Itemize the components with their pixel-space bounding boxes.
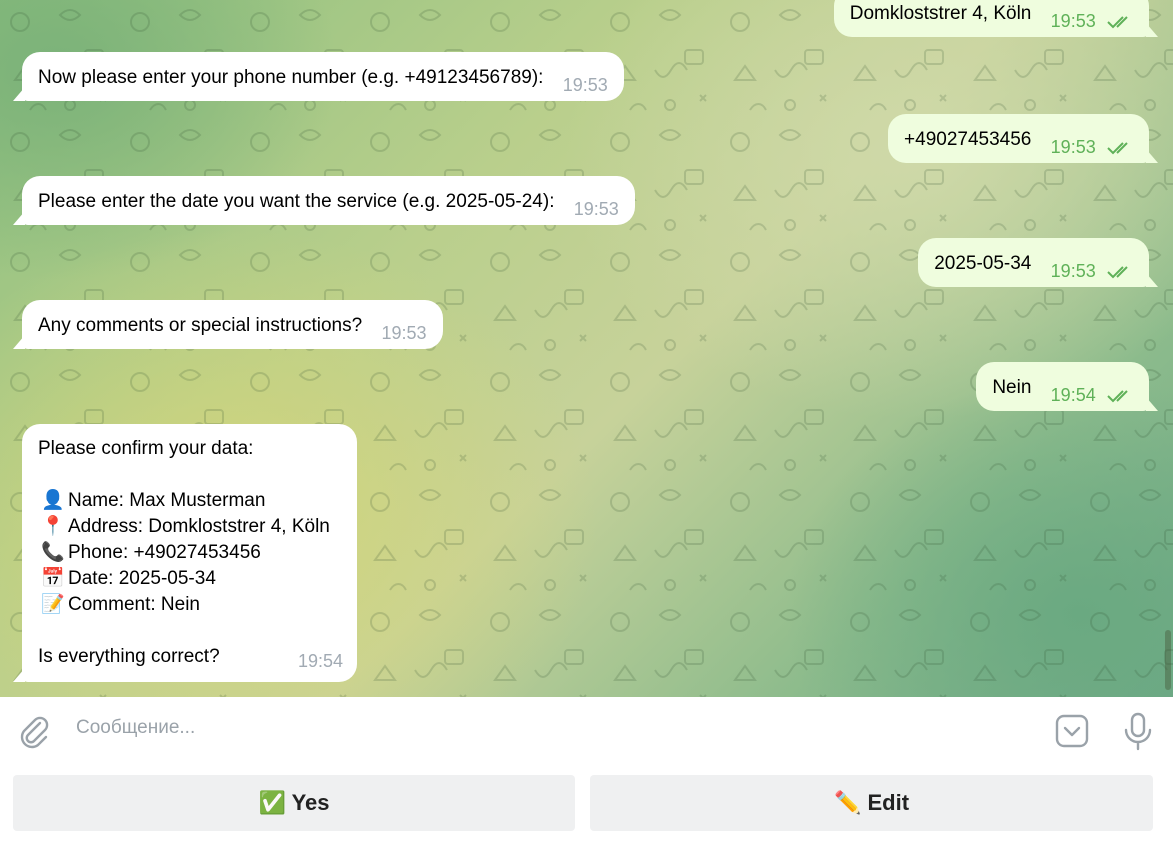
attach-icon[interactable]: [16, 713, 52, 749]
incoming-message-phone-prompt[interactable]: Now please enter your phone number (e.g.…: [13, 52, 624, 101]
message-time: 19:53: [1050, 261, 1096, 281]
message-text: 2025-05-34: [934, 253, 1032, 274]
sticker-icon[interactable]: [1054, 713, 1090, 749]
message-meta: 19:53: [381, 320, 426, 347]
confirm-phone: Phone: +49027453456: [68, 542, 261, 563]
confirm-spacer: [38, 618, 341, 644]
message-time: 19:53: [1050, 11, 1096, 31]
message-text: Now please enter your phone number (e.g.…: [38, 67, 544, 88]
message-meta: 19:54: [1051, 382, 1133, 409]
microphone-icon[interactable]: [1120, 711, 1156, 751]
message-text: Domkloststrer 4, Köln: [849, 3, 1032, 24]
message-input-bar: Сообщение...: [0, 697, 1173, 763]
yes-button[interactable]: ✅ Yes: [13, 775, 575, 831]
confirm-name-line: 👤 Name: Max Musterman: [38, 488, 341, 514]
message-meta: 19:53: [563, 72, 608, 99]
confirm-comment: Comment: Nein: [68, 594, 200, 615]
message-meta: 19:53: [1051, 8, 1133, 35]
incoming-message-confirmation[interactable]: Please confirm your data: 👤 Name: Max Mus…: [13, 424, 357, 682]
message-meta: 19:53: [574, 196, 619, 223]
message-meta: 19:53: [1051, 258, 1133, 285]
confirm-address: Address: Domkloststrer 4, Köln: [68, 516, 330, 537]
confirm-phone-line: 📞 Phone: +49027453456: [38, 540, 341, 566]
outgoing-message-comment[interactable]: Nein 19:54: [976, 362, 1158, 411]
incoming-message-comments-prompt[interactable]: Any comments or special instructions? 19…: [13, 300, 443, 349]
confirm-comment-line: 📝 Comment: Nein: [38, 592, 341, 618]
message-time: 19:53: [573, 199, 619, 219]
edit-button[interactable]: ✏️ Edit: [590, 775, 1153, 831]
message-text: +49027453456: [904, 129, 1032, 150]
confirm-spacer: [38, 462, 341, 488]
message-text: Nein: [992, 377, 1032, 398]
outgoing-message-date[interactable]: 2025-05-34 19:53: [918, 238, 1158, 287]
phone-icon: 📞: [41, 542, 65, 563]
double-check-icon: [1107, 266, 1128, 279]
message-meta: 19:53: [1051, 134, 1133, 161]
message-time: 19:53: [1050, 137, 1096, 157]
message-text: Any comments or special instructions?: [38, 315, 363, 336]
person-icon: 👤: [41, 490, 65, 511]
incoming-message-date-prompt[interactable]: Please enter the date you want the servi…: [13, 176, 635, 225]
message-text: Please enter the date you want the servi…: [38, 191, 555, 212]
memo-icon: 📝: [41, 594, 65, 615]
pin-icon: 📍: [41, 516, 65, 537]
outgoing-message-phone[interactable]: +49027453456 19:53: [888, 114, 1158, 163]
outgoing-message-address[interactable]: Domkloststrer 4, Köln 19:53: [833, 0, 1158, 37]
confirm-header: Please confirm your data:: [38, 438, 254, 459]
confirm-address-line: 📍 Address: Domkloststrer 4, Köln: [38, 514, 341, 540]
calendar-icon: 📅: [41, 568, 65, 589]
chat-area[interactable]: Domkloststrer 4, Köln 19:53 Now please e…: [0, 0, 1173, 697]
message-time: 19:54: [1050, 385, 1096, 405]
message-time: 19:53: [381, 323, 427, 343]
confirm-question: Is everything correct?: [38, 646, 220, 667]
double-check-icon: [1107, 390, 1128, 403]
double-check-icon: [1107, 142, 1128, 155]
reply-keyboard: ✅ Yes ✏️ Edit: [0, 763, 1173, 841]
scrollbar[interactable]: [1165, 630, 1171, 690]
message-input[interactable]: Сообщение...: [76, 717, 195, 739]
double-check-icon: [1107, 16, 1128, 29]
confirm-date: Date: 2025-05-34: [68, 568, 216, 589]
confirm-name: Name: Max Musterman: [68, 490, 266, 511]
confirm-date-line: 📅 Date: 2025-05-34: [38, 566, 341, 592]
message-time: 19:53: [562, 75, 608, 95]
message-time: 19:54: [297, 651, 343, 671]
